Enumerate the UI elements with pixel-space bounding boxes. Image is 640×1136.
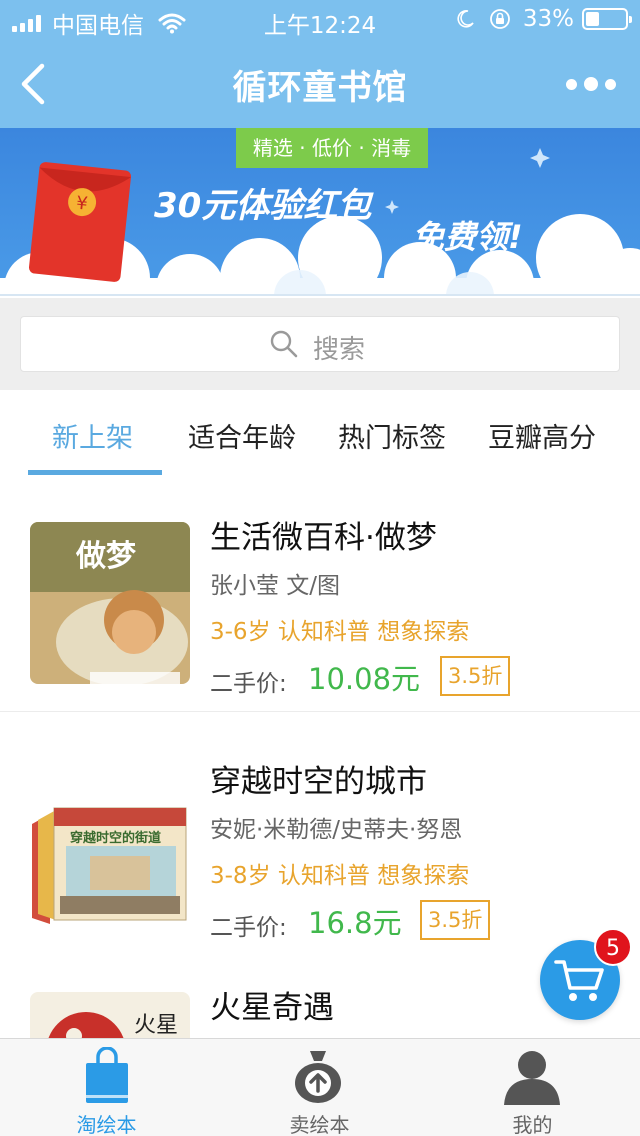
battery-icon	[582, 8, 632, 30]
cover-title: 穿越时空的街道	[70, 830, 161, 846]
bottom-tab-label: 卖绘本	[289, 1113, 350, 1136]
battery-cap	[629, 16, 632, 23]
banner-headline: 30元体验红包	[154, 186, 372, 226]
bottom-tab-buy[interactable]: 淘绘本	[0, 1039, 213, 1136]
discount-badge: 3.5折	[420, 900, 491, 940]
book-tags: 3-6岁 认知科普 想象探索	[210, 619, 470, 645]
price-label: 二手价:	[210, 915, 287, 941]
category-tabs: 新上架 适合年龄 热门标签 豆瓣高分	[0, 390, 640, 476]
book-cover[interactable]: 穿越时空的街道	[30, 764, 190, 926]
cart-icon	[554, 960, 604, 1001]
bottom-tab-sell[interactable]: 卖绘本	[213, 1039, 426, 1136]
search-placeholder: 搜索	[313, 335, 366, 365]
search-area: 搜索	[0, 298, 640, 390]
divider	[0, 711, 640, 712]
search-icon	[270, 330, 298, 358]
book-title[interactable]: 穿越时空的城市	[210, 756, 427, 801]
cart-count-badge: 5	[594, 928, 632, 966]
price-label: 二手价:	[210, 671, 287, 697]
price-value: 16.8元	[308, 906, 402, 940]
price-value: 10.08元	[308, 662, 421, 696]
book-author: 安妮·米勒德/史蒂夫·努恩	[210, 817, 463, 843]
bottom-tab-label: 淘绘本	[76, 1113, 137, 1136]
tab-new-arrivals[interactable]: 新上架	[52, 416, 133, 455]
list-item[interactable]: 做梦 生活微百科·做梦 张小莹 文/图 3-6岁 认知科普 想象探索 二手价: …	[0, 476, 640, 712]
search-input[interactable]: 搜索	[20, 316, 620, 372]
promo-banner[interactable]: 精选 · 低价 · 消毒 ¥ 30元体验红包 免费领!	[0, 128, 640, 296]
status-right: 33%	[455, 6, 632, 32]
banner-tag: 精选 · 低价 · 消毒	[236, 128, 428, 168]
moon-icon	[457, 10, 474, 28]
cover-title: 做梦	[75, 539, 136, 574]
red-envelope-icon: ¥	[28, 162, 132, 282]
tab-douban-score[interactable]: 豆瓣高分	[488, 416, 596, 455]
cover-title: 火星	[134, 1013, 178, 1038]
battery-percent: 33%	[522, 6, 574, 32]
user-icon	[504, 1051, 560, 1105]
book-cover-art: 火星	[30, 992, 190, 1038]
rotation-lock-icon	[489, 9, 510, 29]
bottom-tab-label: 我的	[512, 1113, 553, 1136]
book-cover[interactable]: 火星	[30, 992, 190, 1038]
book-cover-art: 穿越时空的街道	[30, 764, 190, 926]
bottom-tab-profile[interactable]: 我的	[426, 1039, 639, 1136]
book-cover-art: 做梦	[30, 522, 190, 684]
bottom-tab-bar: 淘绘本 卖绘本 我的	[0, 1038, 640, 1136]
battery-fill	[586, 12, 599, 26]
list-item[interactable]: 穿越时空的街道 穿越时空的城市 安妮·米勒德/史蒂夫·努恩 3-8岁 认知科普 …	[0, 720, 640, 956]
book-title[interactable]: 火星奇遇	[210, 982, 334, 1027]
envelope-symbol: ¥	[75, 193, 89, 215]
book-author: 张小莹 文/图	[210, 573, 341, 599]
banner-cta: 免费领!	[412, 218, 523, 256]
book-cover[interactable]: 做梦	[30, 522, 190, 684]
status-bar: 中国电信 上午12:24 33%	[0, 0, 640, 40]
tab-hot-tags[interactable]: 热门标签	[338, 416, 446, 455]
book-title[interactable]: 生活微百科·做梦	[210, 512, 437, 557]
page-title: 循环童书馆	[232, 68, 408, 108]
active-tab-indicator	[28, 470, 162, 475]
book-list: 做梦 生活微百科·做梦 张小莹 文/图 3-6岁 认知科普 想象探索 二手价: …	[0, 476, 640, 1038]
money-bag-upload-icon	[295, 1051, 341, 1103]
nav-bar: 循环童书馆	[0, 40, 640, 128]
more-dots-icon[interactable]	[566, 72, 616, 96]
shopping-bag-icon	[86, 1047, 128, 1103]
discount-badge: 3.5折	[440, 656, 511, 696]
book-tags: 3-8岁 认知科普 想象探索	[210, 863, 470, 889]
tab-age[interactable]: 适合年龄	[188, 416, 296, 455]
